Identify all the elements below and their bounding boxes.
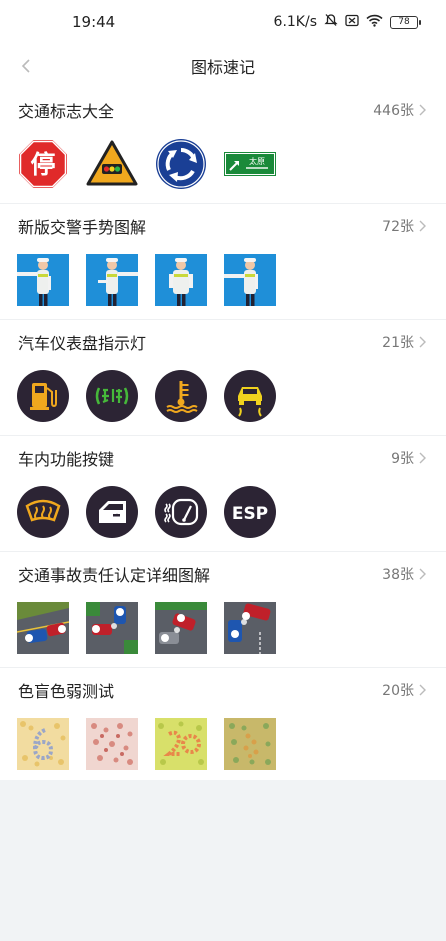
section-count: 38张	[382, 567, 414, 583]
ishihara-plate-thumbnail[interactable]	[17, 718, 69, 770]
chevron-left-icon	[21, 59, 30, 73]
section-title: 交通标志大全	[18, 102, 115, 121]
section-count: 72张	[382, 219, 414, 235]
windshield-defrost-icon	[25, 499, 61, 522]
chevron-right-icon	[418, 219, 430, 233]
skid-car-icon	[238, 387, 262, 417]
section-count: 446张	[373, 103, 414, 119]
status-bar: 19:44 6.1K/s 78	[0, 0, 446, 44]
fuel-pump-icon	[30, 383, 57, 410]
network-speed: 6.1K/s	[273, 14, 317, 30]
guide-sign-text: 太原	[249, 156, 265, 166]
section-color-blind-test[interactable]: 色盲色弱测试 20张	[0, 668, 446, 784]
traction-control-indicator-thumbnail[interactable]	[224, 370, 276, 422]
chevron-right-icon	[418, 103, 430, 117]
nav-bar: 图标速记	[0, 44, 446, 88]
section-car-buttons[interactable]: 车内功能按键 9张 ESP	[0, 436, 446, 552]
section-title: 汽车仪表盘指示灯	[18, 334, 147, 353]
back-button[interactable]	[12, 52, 40, 80]
section-header[interactable]: 新版交警手势图解 72张	[18, 214, 430, 238]
section-traffic-signs[interactable]: 交通标志大全 446张 停 太原	[0, 88, 446, 204]
car-door-icon	[99, 501, 126, 523]
stop-sign-thumbnail[interactable]: 停	[17, 138, 69, 190]
ishihara-plate-thumbnail[interactable]	[155, 718, 207, 770]
guide-sign-thumbnail[interactable]: 太原	[224, 138, 276, 190]
section-accident-diagrams[interactable]: 交通事故责任认定详细图解 38张	[0, 552, 446, 668]
section-count: 20张	[382, 683, 414, 699]
police-gesture-thumbnail[interactable]	[17, 254, 69, 306]
traffic-light-warning-thumbnail[interactable]	[86, 138, 138, 190]
police-gesture-thumbnail[interactable]	[86, 254, 138, 306]
section-police-gestures[interactable]: 新版交警手势图解 72张	[0, 204, 446, 320]
status-time: 19:44	[72, 13, 116, 31]
section-header[interactable]: 汽车仪表盘指示灯 21张	[18, 330, 430, 354]
section-header[interactable]: 车内功能按键 9张	[18, 446, 430, 470]
stop-sign-text: 停	[30, 150, 55, 179]
chevron-right-icon	[418, 567, 430, 581]
front-defrost-button-thumbnail[interactable]	[17, 486, 69, 538]
accident-diagram-thumbnail[interactable]	[17, 602, 69, 654]
sim-icon	[345, 14, 359, 31]
ishihara-plate-thumbnail[interactable]	[86, 718, 138, 770]
section-title: 色盲色弱测试	[18, 682, 115, 701]
section-title: 新版交警手势图解	[18, 218, 147, 237]
section-header[interactable]: 交通标志大全 446张	[18, 98, 430, 122]
section-title: 交通事故责任认定详细图解	[18, 566, 211, 585]
roundabout-sign-thumbnail[interactable]	[155, 138, 207, 190]
thermometer-icon	[166, 381, 198, 413]
chevron-right-icon	[418, 335, 430, 349]
section-count: 9张	[391, 451, 414, 467]
rear-wiper-button-thumbnail[interactable]	[155, 486, 207, 538]
section-title: 车内功能按键	[18, 450, 115, 469]
empty-background	[0, 780, 446, 941]
chevron-right-icon	[418, 451, 430, 465]
rear-window-wiper-icon	[164, 498, 199, 526]
content-list: 交通标志大全 446张 停 太原 新版交警手势图解 72张 汽车仪表盘指示灯 2…	[0, 88, 446, 784]
chevron-right-icon	[418, 683, 430, 697]
battery-icon: 78	[390, 15, 421, 29]
green-indicator-icon	[95, 387, 129, 405]
parking-brake-indicator-thumbnail[interactable]	[86, 370, 138, 422]
police-gesture-thumbnail[interactable]	[155, 254, 207, 306]
section-header[interactable]: 色盲色弱测试 20张	[18, 678, 430, 702]
coolant-temp-indicator-thumbnail[interactable]	[155, 370, 207, 422]
esp-button-thumbnail[interactable]: ESP	[224, 486, 276, 538]
esp-text: ESP	[232, 504, 268, 524]
door-lock-button-thumbnail[interactable]	[86, 486, 138, 538]
mute-icon	[324, 13, 338, 31]
wifi-icon	[366, 14, 383, 31]
accident-diagram-thumbnail[interactable]	[86, 602, 138, 654]
section-header[interactable]: 交通事故责任认定详细图解 38张	[18, 562, 430, 586]
section-dashboard-indicators[interactable]: 汽车仪表盘指示灯 21张	[0, 320, 446, 436]
accident-diagram-thumbnail[interactable]	[155, 602, 207, 654]
ishihara-plate-thumbnail[interactable]	[224, 718, 276, 770]
fuel-indicator-thumbnail[interactable]	[17, 370, 69, 422]
page-title: 图标速记	[190, 58, 255, 77]
police-gesture-thumbnail[interactable]	[224, 254, 276, 306]
status-icons: 6.1K/s 78	[273, 13, 421, 31]
section-count: 21张	[382, 335, 414, 351]
accident-diagram-thumbnail[interactable]	[224, 602, 276, 654]
